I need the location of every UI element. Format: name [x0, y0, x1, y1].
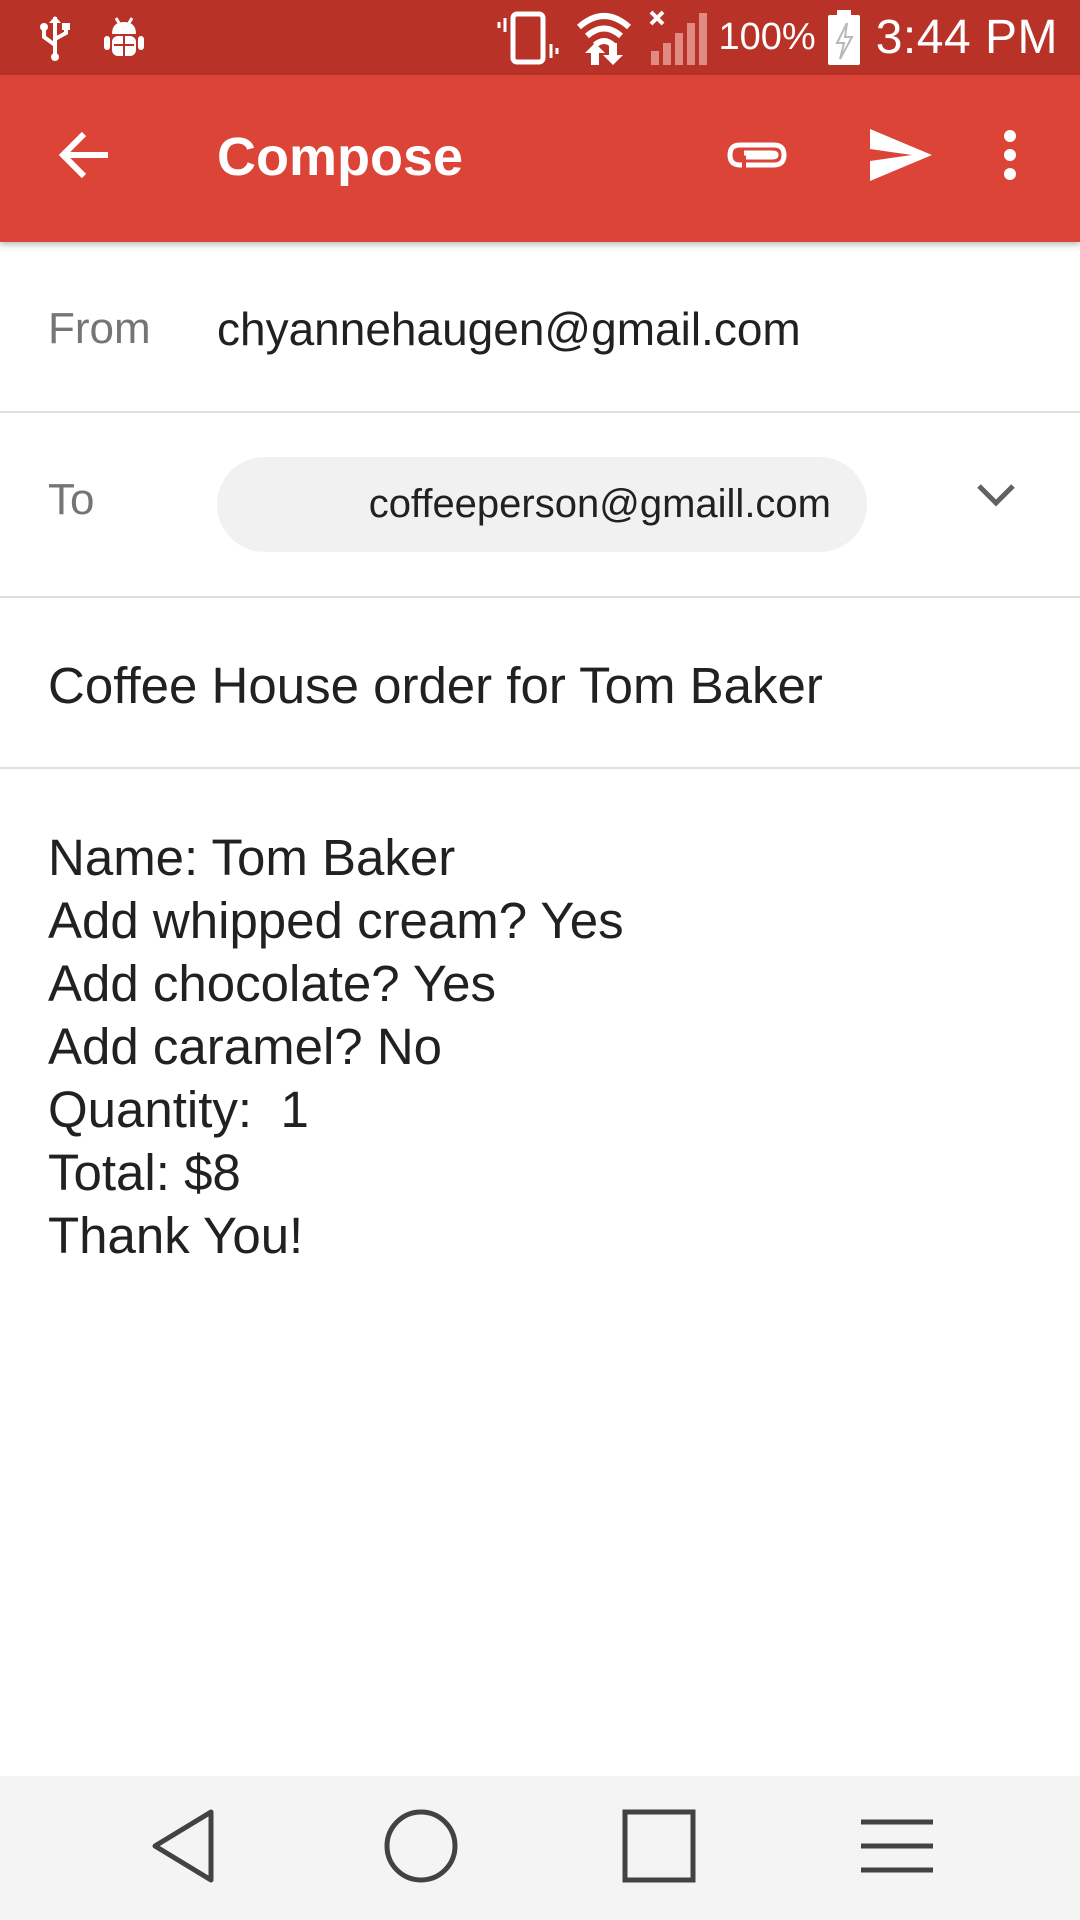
nav-menu-icon — [859, 1816, 935, 1881]
send-icon — [868, 127, 934, 188]
arrow-back-icon — [58, 131, 110, 184]
recipient-chip[interactable]: coffeeperson@gmaill.com — [217, 457, 867, 552]
body-line: Add caramel? No — [48, 1018, 443, 1075]
nav-back-button[interactable] — [136, 1800, 232, 1896]
subject-field[interactable]: Coffee House order for Tom Baker — [48, 656, 823, 715]
body-line: Thank You! — [48, 1207, 304, 1264]
wifi-icon — [575, 9, 633, 67]
nav-recents-icon — [621, 1808, 697, 1889]
status-bar-left — [38, 0, 148, 75]
send-button[interactable] — [862, 121, 940, 193]
navigation-bar — [0, 1776, 1080, 1920]
page-title: Compose — [217, 127, 464, 187]
expand-recipients-button[interactable] — [966, 467, 1026, 527]
chevron-down-icon — [976, 482, 1016, 513]
to-row[interactable]: To coffeeperson@gmaill.com — [0, 413, 1080, 598]
body-line: Quantity: 1 — [48, 1081, 309, 1138]
compose-body[interactable]: Name: Tom Baker Add whipped cream? Yes A… — [48, 826, 1038, 1267]
paperclip-icon — [726, 135, 790, 180]
usb-icon — [38, 15, 72, 61]
from-address[interactable]: chyannehaugen@gmail.com — [217, 302, 801, 356]
battery-percent: 100% — [718, 16, 816, 58]
vibrate-icon — [497, 10, 561, 66]
from-row[interactable]: From chyannehaugen@gmail.com — [0, 242, 1080, 413]
from-label: From — [48, 304, 151, 353]
android-debug-icon — [100, 14, 148, 62]
nav-recents-button[interactable] — [611, 1800, 707, 1896]
more-vert-icon — [1003, 129, 1017, 185]
body-line: Add whipped cream? Yes — [48, 892, 624, 949]
app-bar: Compose — [0, 75, 1080, 242]
nav-home-icon — [383, 1808, 459, 1889]
nav-menu-button[interactable] — [849, 1800, 945, 1896]
status-bar: 100% 3:44 PM — [0, 0, 1080, 75]
body-line: Add chocolate? Yes — [48, 955, 497, 1012]
clock: 3:44 PM — [875, 11, 1058, 64]
recipient-chip-label: coffeeperson@gmaill.com — [368, 482, 831, 526]
nav-back-icon — [149, 1808, 219, 1889]
attach-button[interactable] — [718, 121, 798, 193]
battery-charging-icon — [826, 9, 862, 67]
subject-row[interactable]: Coffee House order for Tom Baker — [0, 598, 1080, 769]
status-bar-right: 100% 3:44 PM — [497, 0, 1058, 75]
nav-home-button[interactable] — [373, 1800, 469, 1896]
back-button[interactable] — [48, 121, 120, 193]
to-label: To — [48, 475, 95, 524]
body-line: Total: $8 — [48, 1144, 241, 1201]
body-line: Name: Tom Baker — [48, 829, 456, 886]
more-options-button[interactable] — [985, 121, 1035, 193]
signal-icon — [647, 9, 709, 67]
